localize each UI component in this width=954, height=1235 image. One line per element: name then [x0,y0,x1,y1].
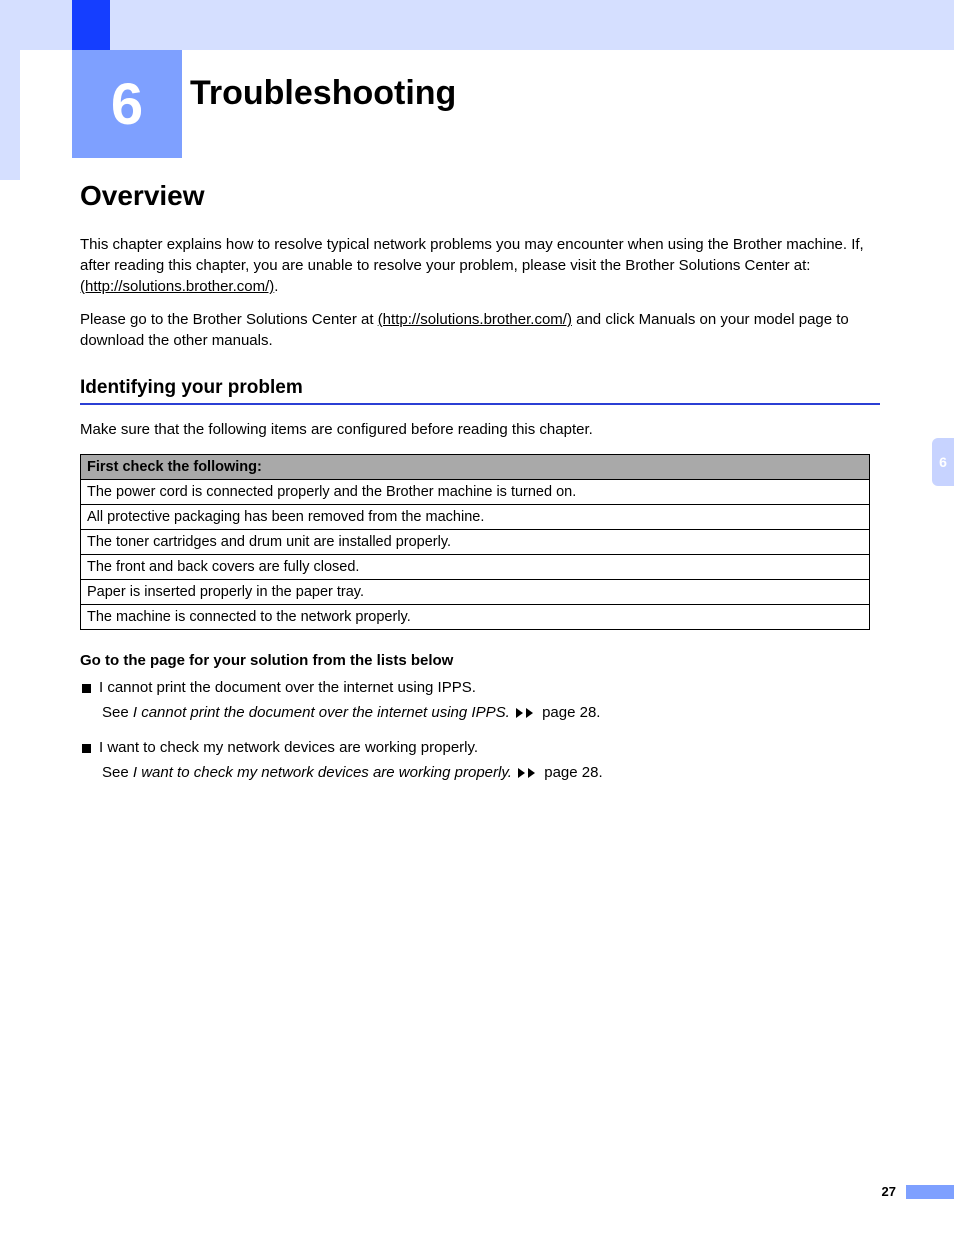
overview-paragraph-2: Please go to the Brother Solutions Cente… [80,309,880,351]
text: Please go to the Brother Solutions Cente… [80,311,378,328]
identify-intro: Make sure that the following items are c… [80,419,880,440]
header-bar [0,0,954,50]
double-arrow-icon [516,708,536,718]
golist-heading: Go to the page for your solution from th… [80,652,880,669]
chapter-number-box: 6 [72,50,182,158]
table-row: The power cord is connected properly and… [81,480,870,505]
text: This chapter explains how to resolve typ… [80,236,864,274]
page-number: 27 [882,1184,896,1199]
see-reference: See I want to check my network devices a… [102,764,880,781]
list-item: I want to check my network devices are w… [82,739,880,756]
reference-title: I cannot print the document over the int… [133,704,510,721]
page-number-bar [906,1185,954,1199]
table-row: The front and back covers are fully clos… [81,555,870,580]
see-reference: See I cannot print the document over the… [102,704,880,721]
solutions-center-link[interactable]: (http://solutions.brother.com/) [80,278,274,295]
square-bullet-icon [82,744,91,753]
reference-title: I want to check my network devices are w… [133,764,512,781]
bullet-text: I want to check my network devices are w… [99,739,478,756]
square-bullet-icon [82,684,91,693]
text: page 28. [538,704,601,721]
table-row: The machine is connected to the network … [81,605,870,630]
text: See [102,764,133,781]
table-row: Paper is inserted properly in the paper … [81,580,870,605]
side-tab-label: 6 [939,454,947,470]
table-row: All protective packaging has been remove… [81,505,870,530]
solutions-center-link[interactable]: (http://solutions.brother.com/) [378,311,572,328]
check-table-header: First check the following: [81,455,870,480]
page-content: Overview This chapter explains how to re… [80,180,880,799]
check-table: First check the following: The power cor… [80,454,870,630]
double-arrow-icon [518,768,538,778]
text: page 28. [540,764,603,781]
overview-paragraph-1: This chapter explains how to resolve typ… [80,234,880,297]
chapter-title: Troubleshooting [190,74,456,113]
identify-heading: Identifying your problem [80,377,880,405]
chapter-number: 6 [111,71,143,138]
overview-heading: Overview [80,180,880,212]
list-item: I cannot print the document over the int… [82,679,880,696]
text: . [274,278,278,295]
text: See [102,704,133,721]
table-row: The toner cartridges and drum unit are i… [81,530,870,555]
bullet-text: I cannot print the document over the int… [99,679,476,696]
header-accent [72,0,110,50]
left-stripe [0,50,20,180]
chapter-side-tab[interactable]: 6 [932,438,954,486]
